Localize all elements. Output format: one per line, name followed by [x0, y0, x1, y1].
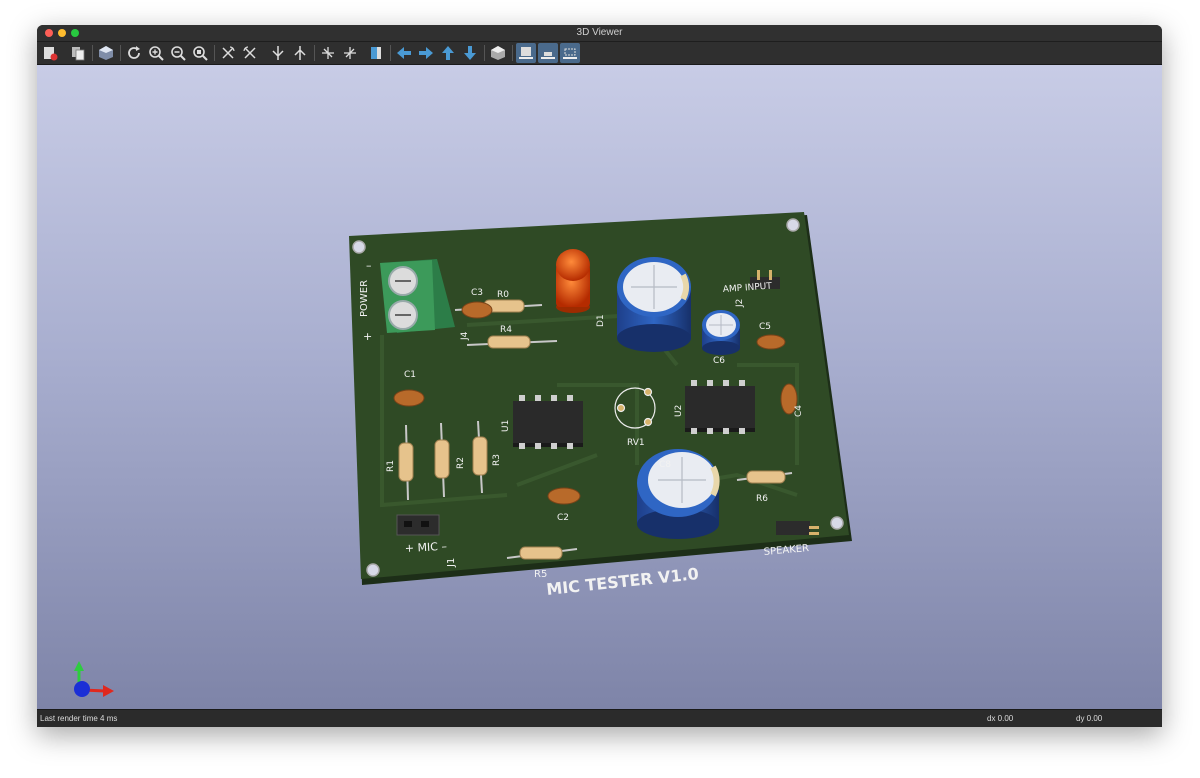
raytracing-icon[interactable] — [96, 43, 116, 63]
label-j2: J2 — [735, 299, 745, 308]
ic-u1 — [513, 395, 583, 449]
window-title: 3D Viewer — [576, 27, 623, 38]
label-r0: R0 — [497, 290, 509, 300]
label-j1: J1 — [446, 558, 457, 568]
pcb-render: MIC TESTER V1.0 POWER – + + MIC – AMP IN… — [74, 212, 852, 697]
label-d1: D1 — [596, 314, 606, 327]
rotate-z-ccw-icon[interactable] — [340, 43, 360, 63]
label-r6: R6 — [756, 494, 768, 504]
axis-indicator — [74, 661, 114, 697]
label-power: POWER — [359, 280, 370, 317]
zoom-fit-icon[interactable] — [190, 43, 210, 63]
board-title: MIC TESTER V1.0 — [545, 564, 699, 599]
label-c2: C2 — [557, 513, 569, 523]
ortho-view-icon[interactable] — [488, 43, 508, 63]
label-u2: U2 — [674, 405, 684, 417]
pan-right-icon[interactable] — [416, 43, 436, 63]
label-c4: C4 — [794, 405, 804, 417]
title-bar: 3D Viewer — [37, 25, 1162, 42]
toolbar — [37, 42, 1162, 65]
label-r1: R1 — [386, 460, 396, 472]
refresh-icon[interactable] — [124, 43, 144, 63]
rotate-y-cw-icon[interactable] — [268, 43, 288, 63]
rotate-x-cw-icon[interactable] — [218, 43, 238, 63]
render-time: Last render time 4 ms — [40, 714, 118, 723]
label-power-minus: – — [366, 259, 372, 272]
electrolytic-c6 — [702, 310, 740, 355]
show-smd-icon[interactable] — [538, 43, 558, 63]
dy-readout: dy 0.00 — [1076, 714, 1103, 723]
ic-u2 — [685, 380, 755, 434]
electrolytic-c8 — [637, 449, 720, 539]
label-c8: C8 — [659, 460, 671, 470]
electrolytic-c-top — [617, 257, 691, 352]
show-virtual-icon[interactable] — [560, 43, 580, 63]
label-rv1: RV1 — [627, 438, 645, 448]
zoom-out-icon[interactable] — [168, 43, 188, 63]
label-c3: C3 — [471, 288, 483, 298]
label-u1: U1 — [501, 420, 511, 432]
rotate-x-ccw-icon[interactable] — [240, 43, 260, 63]
header-j1 — [396, 514, 440, 536]
3d-viewport[interactable]: MIC TESTER V1.0 POWER – + + MIC – AMP IN… — [37, 65, 1162, 710]
label-c1: C1 — [404, 370, 416, 380]
reload-board-icon[interactable] — [40, 43, 60, 63]
dx-readout: dx 0.00 — [987, 714, 1014, 723]
label-j4: J4 — [460, 331, 470, 341]
led-d1 — [556, 249, 590, 313]
rotate-y-ccw-icon[interactable] — [290, 43, 310, 63]
pan-down-icon[interactable] — [460, 43, 480, 63]
label-r2: R2 — [456, 457, 466, 469]
flip-board-icon[interactable] — [366, 43, 386, 63]
copy-image-icon[interactable] — [68, 43, 88, 63]
label-c5: C5 — [759, 322, 771, 332]
viewer-window: 3D Viewer MIC TESTER V1.0 POWER – + + MI… — [37, 25, 1162, 727]
zoom-in-icon[interactable] — [146, 43, 166, 63]
status-bar: Last render time 4 ms dx 0.00 dy 0.00 — [37, 709, 1162, 727]
label-mic: + MIC – — [404, 540, 447, 555]
label-r4: R4 — [500, 325, 512, 335]
label-r5: R5 — [534, 569, 547, 580]
show-tht-icon[interactable] — [516, 43, 536, 63]
pan-left-icon[interactable] — [394, 43, 414, 63]
label-power-plus: + — [363, 330, 372, 343]
pan-up-icon[interactable] — [438, 43, 458, 63]
label-c6: C6 — [713, 356, 725, 366]
label-r3: R3 — [492, 454, 502, 466]
rotate-z-cw-icon[interactable] — [318, 43, 338, 63]
